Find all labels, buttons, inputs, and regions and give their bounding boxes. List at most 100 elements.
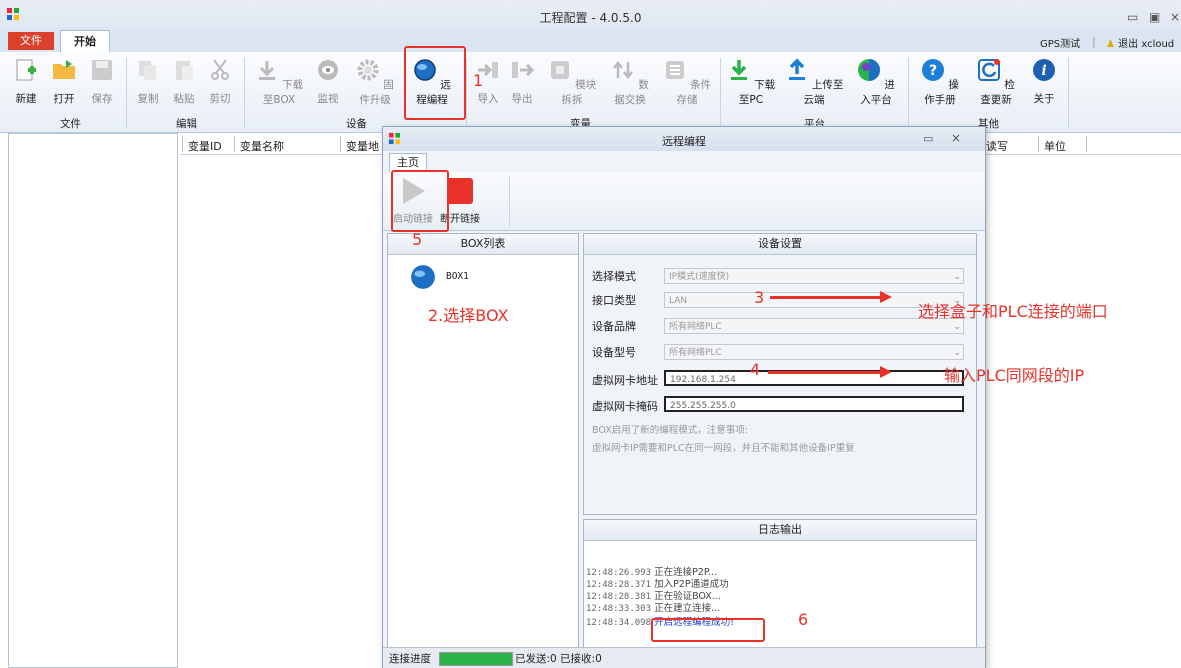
sent-received-counter: 已发送:0 已接收:0 (515, 653, 602, 665)
import-label: 导入 (477, 93, 499, 105)
field-label-model: 设备型号 (592, 346, 636, 359)
column-header-var-address[interactable]: 变量地 (346, 138, 379, 154)
highlight-start-link (391, 170, 449, 232)
project-tree-pane[interactable] (8, 133, 178, 668)
paste-button[interactable]: 粘贴 (170, 58, 198, 106)
data-exchange-button[interactable]: 数据交换 (606, 58, 654, 107)
about-button[interactable]: i 关于 (1030, 58, 1058, 106)
maximize-icon[interactable]: ▣ (1149, 10, 1160, 24)
eye-icon (318, 60, 338, 80)
box-item-label: BOX1 (446, 271, 469, 282)
svg-text:?: ? (929, 63, 937, 79)
remote-programming-dialog: 远程编程 ▭ × 主页 启动链接 断开链接 BOX列表 BOX1 设备设置 选择… (382, 126, 986, 668)
dialog-ribbon: 启动链接 断开链接 (383, 172, 985, 231)
step-3-marker: 3 (754, 288, 765, 307)
group-divider (244, 58, 245, 128)
column-header-unit[interactable]: 单位 (1044, 138, 1066, 154)
column-divider (340, 136, 341, 152)
note-line-1: BOX启用了新的编程模式，注意事项: (592, 425, 748, 436)
tab-file[interactable]: 文件 (8, 32, 54, 50)
progress-fill (440, 653, 512, 665)
column-header-var-name[interactable]: 变量名称 (240, 138, 284, 154)
conditional-storage-label: 条件存储 (676, 79, 712, 106)
logout-link[interactable]: ♟ 退出 xcloud (1106, 35, 1174, 50)
tab-start[interactable]: 开始 (60, 30, 110, 53)
ribbon-tab-row: 文件 开始 GPS测试 | ♟ 退出 xcloud (0, 30, 1181, 53)
paste-label: 粘贴 (173, 93, 195, 105)
dialog-title-bar: 远程编程 ▭ × (383, 127, 985, 151)
manual-button[interactable]: ? 操作手册 (916, 58, 964, 107)
gps-test-link[interactable]: GPS测试 (1040, 35, 1080, 50)
column-divider (234, 136, 235, 152)
close-icon[interactable]: × (951, 131, 961, 145)
mode-select[interactable]: IP模式(速度快) ⌄ (664, 268, 964, 284)
box-list-item[interactable]: BOX1 (410, 264, 500, 290)
step-1-marker: 1 (473, 71, 484, 90)
open-label: 打开 (53, 93, 75, 105)
cut-button[interactable]: 剪切 (206, 58, 234, 106)
dialog-title: 远程编程 (662, 135, 706, 148)
separator: | (1092, 35, 1096, 48)
arrow-step-4 (768, 366, 892, 378)
status-bar: 连接进度 已发送:0 已接收:0 (383, 647, 985, 668)
new-button[interactable]: 新建 (14, 58, 38, 106)
upload-to-cloud-button[interactable]: 上传至云端 (784, 58, 844, 107)
box-list-panel: BOX列表 BOX1 (387, 233, 579, 665)
step-2-label: 2.选择BOX (428, 306, 509, 325)
column-header-rw[interactable]: 读写 (986, 138, 1008, 154)
log-time: 12:48:34.098 (586, 618, 652, 628)
column-divider (182, 136, 183, 152)
connect-progress-bar (439, 652, 513, 666)
download-icon (258, 61, 275, 80)
note-line-2: 虚拟网卡IP需要和PLC在同一网段，并且不能和其他设备IP重复 (592, 443, 855, 454)
field-label-virtual-ip: 虚拟网卡地址 (592, 374, 658, 387)
model-select[interactable]: 所有网络PLC ⌄ (664, 344, 964, 360)
export-button[interactable]: 导出 (508, 58, 536, 106)
open-button[interactable]: 打开 (50, 58, 78, 106)
upload-to-cloud-label: 上传至云端 (803, 79, 844, 106)
check-update-label: 检查更新 (980, 79, 1015, 106)
column-divider (1038, 136, 1039, 152)
field-label-interface: 接口类型 (592, 294, 636, 307)
enter-platform-button[interactable]: 进入平台 (852, 58, 900, 107)
highlight-success-log (651, 618, 765, 642)
device-settings-title: 设备设置 (584, 234, 976, 255)
refresh-icon (978, 59, 1001, 81)
minimize-icon[interactable]: ▭ (923, 132, 933, 145)
enter-platform-label: 进入平台 (860, 79, 895, 106)
group-divider (466, 58, 467, 128)
download-to-pc-button[interactable]: 下载至PC (726, 58, 776, 107)
download-to-box-button[interactable]: 下载至BOX (252, 58, 306, 107)
column-divider (1086, 136, 1087, 152)
copy-button[interactable]: 复制 (134, 58, 162, 106)
gear-icon (357, 59, 379, 81)
column-header-var-id[interactable]: 变量ID (188, 138, 222, 154)
field-label-brand: 设备品牌 (592, 320, 636, 333)
highlight-remote-programming (404, 46, 466, 120)
log-message: 正在建立连接... (654, 603, 721, 614)
ribbon: 新建 打开 保存 文件 复制 粘贴 剪切 编辑 下载至BOX 监视 固件升级 远… (0, 52, 1181, 133)
monitor-label: 监视 (317, 93, 339, 105)
module-split-button[interactable]: 模块拆拆 (546, 58, 598, 107)
monitor-button[interactable]: 监视 (314, 58, 342, 106)
svg-text:i: i (1041, 63, 1046, 79)
download-to-box-label: 下载至BOX (262, 79, 304, 106)
scissors-icon (211, 59, 229, 80)
save-label: 保存 (91, 93, 113, 105)
log-time: 12:48:33.303 (586, 604, 652, 614)
check-update-button[interactable]: 检查更新 (972, 58, 1020, 107)
group-divider (908, 58, 909, 128)
firmware-upgrade-button[interactable]: 固件升级 (352, 58, 398, 107)
upload-icon (788, 58, 805, 80)
stop-icon (447, 178, 473, 204)
save-button[interactable]: 保存 (88, 58, 116, 106)
conditional-storage-button[interactable]: 条件存储 (662, 58, 712, 107)
close-icon[interactable]: × (1170, 10, 1180, 24)
export-label: 导出 (511, 93, 533, 105)
minimize-icon[interactable]: ▭ (1127, 10, 1138, 24)
cut-label: 剪切 (209, 93, 231, 105)
virtual-mask-input[interactable]: 255.255.255.0 (664, 396, 964, 412)
info-icon: i (1033, 59, 1055, 81)
step-5-marker: 5 (412, 230, 423, 249)
group-label-edit: 编辑 (176, 118, 197, 130)
